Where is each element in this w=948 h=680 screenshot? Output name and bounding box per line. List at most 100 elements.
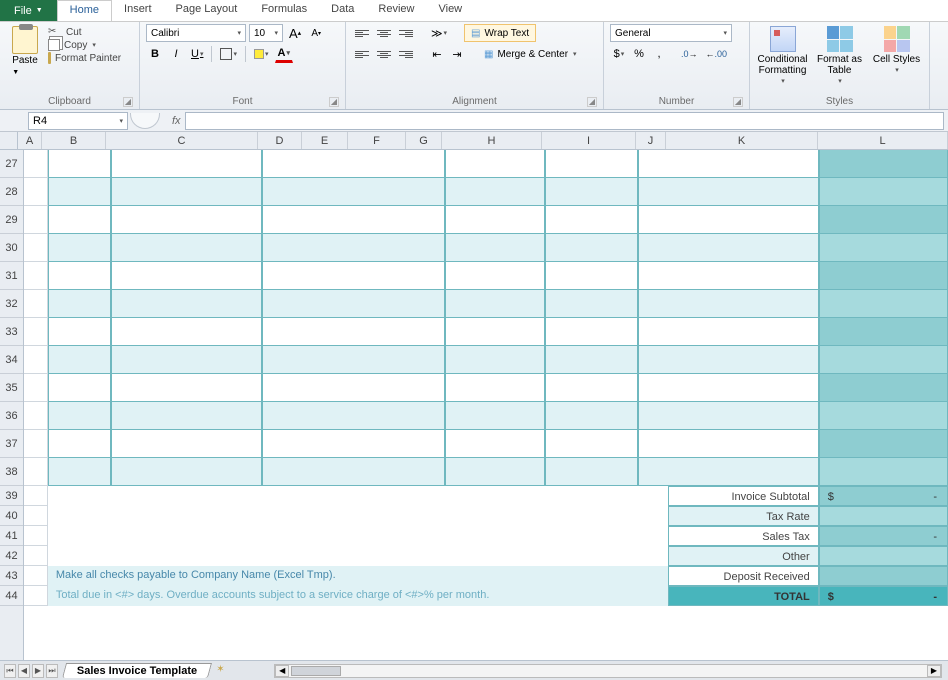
row-header[interactable]: 38 xyxy=(0,458,23,486)
border-button[interactable]: ▾ xyxy=(217,45,240,63)
row-header[interactable]: 42 xyxy=(0,546,23,566)
grow-font-button[interactable]: A▴ xyxy=(286,24,304,42)
underline-button[interactable]: U▾ xyxy=(188,45,206,63)
col-header[interactable]: D xyxy=(258,132,302,149)
subtotal-value[interactable]: $- xyxy=(819,486,948,506)
row-header[interactable]: 28 xyxy=(0,178,23,206)
font-size-select[interactable]: 10▾ xyxy=(249,24,283,42)
namebox-expand[interactable] xyxy=(130,113,160,129)
cell-styles-button[interactable]: Cell Styles▾ xyxy=(870,24,923,76)
scroll-thumb[interactable] xyxy=(291,666,341,676)
align-top-button[interactable] xyxy=(352,24,372,42)
col-header[interactable]: F xyxy=(348,132,406,149)
wrap-text-button[interactable]: ▤Wrap Text xyxy=(464,24,536,42)
dialog-launcher-icon[interactable]: ◢ xyxy=(329,97,339,107)
total-value[interactable]: $- xyxy=(819,586,948,606)
row-header[interactable]: 33 xyxy=(0,318,23,346)
last-sheet-button[interactable]: ⏭ xyxy=(46,664,58,678)
dialog-launcher-icon[interactable]: ◢ xyxy=(123,97,133,107)
fx-icon[interactable]: fx xyxy=(172,115,181,127)
increase-decimal-button[interactable]: .0→ xyxy=(678,45,701,63)
horizontal-scrollbar[interactable]: ◀ ▶ xyxy=(274,664,942,678)
deposit-value[interactable] xyxy=(819,566,948,586)
align-bottom-button[interactable] xyxy=(396,24,416,42)
col-header[interactable]: J xyxy=(636,132,666,149)
row-header[interactable]: 36 xyxy=(0,402,23,430)
row-header[interactable]: 34 xyxy=(0,346,23,374)
row-header[interactable]: 43 xyxy=(0,566,23,586)
merge-center-button[interactable]: ▦Merge & Center▾ xyxy=(480,45,581,63)
cells-area[interactable]: Invoice Subtotal $- Tax Rate Sales Tax -… xyxy=(24,150,948,678)
formula-input[interactable] xyxy=(185,112,944,130)
cell[interactable] xyxy=(111,150,262,178)
file-menu[interactable]: File▼ xyxy=(0,0,57,21)
next-sheet-button[interactable]: ▶ xyxy=(32,664,44,678)
align-left-button[interactable] xyxy=(352,45,372,63)
row-header[interactable]: 30 xyxy=(0,234,23,262)
format-as-table-button[interactable]: Format as Table▾ xyxy=(813,24,866,87)
name-box[interactable]: R4▾ xyxy=(28,112,128,130)
font-family-select[interactable]: Calibri▾ xyxy=(146,24,246,42)
row-header[interactable]: 44 xyxy=(0,586,23,606)
paste-button[interactable]: Paste▼ xyxy=(6,24,44,77)
row-header[interactable]: 41 xyxy=(0,526,23,546)
tab-page-layout[interactable]: Page Layout xyxy=(164,0,250,21)
row-header[interactable]: 32 xyxy=(0,290,23,318)
sheet-tab[interactable]: Sales Invoice Template xyxy=(62,663,212,678)
cell[interactable] xyxy=(262,150,445,178)
dialog-launcher-icon[interactable]: ◢ xyxy=(733,97,743,107)
other-value[interactable] xyxy=(819,546,948,566)
align-middle-button[interactable] xyxy=(374,24,394,42)
percent-button[interactable]: % xyxy=(630,45,648,63)
col-header[interactable]: A xyxy=(18,132,42,149)
scroll-left-button[interactable]: ◀ xyxy=(275,665,289,677)
cell[interactable] xyxy=(445,150,544,178)
row-header[interactable]: 29 xyxy=(0,206,23,234)
sales-tax-value[interactable]: - xyxy=(819,526,948,546)
row-header[interactable]: 27 xyxy=(0,150,23,178)
italic-button[interactable]: I xyxy=(167,45,185,63)
align-right-button[interactable] xyxy=(396,45,416,63)
tab-review[interactable]: Review xyxy=(366,0,426,21)
row-header[interactable]: 37 xyxy=(0,430,23,458)
cell[interactable] xyxy=(545,150,638,178)
font-color-button[interactable]: A▾ xyxy=(275,45,293,63)
tab-insert[interactable]: Insert xyxy=(112,0,164,21)
cell[interactable] xyxy=(48,150,112,178)
bold-button[interactable]: B xyxy=(146,45,164,63)
select-all-corner[interactable] xyxy=(0,132,18,150)
tax-rate-value[interactable] xyxy=(819,506,948,526)
tab-home[interactable]: Home xyxy=(57,0,112,21)
scroll-right-button[interactable]: ▶ xyxy=(927,665,941,677)
col-header[interactable]: K xyxy=(666,132,818,149)
col-header[interactable]: B xyxy=(42,132,106,149)
orientation-button[interactable]: ≫▾ xyxy=(428,24,450,42)
row-header[interactable]: 40 xyxy=(0,506,23,526)
col-header[interactable]: C xyxy=(106,132,258,149)
tab-data[interactable]: Data xyxy=(319,0,366,21)
align-center-button[interactable] xyxy=(374,45,394,63)
tab-formulas[interactable]: Formulas xyxy=(249,0,319,21)
cell[interactable] xyxy=(638,150,819,178)
col-header[interactable]: E xyxy=(302,132,348,149)
comma-button[interactable]: , xyxy=(650,45,668,63)
new-sheet-button[interactable]: ✶ xyxy=(216,664,234,678)
col-header[interactable]: I xyxy=(542,132,636,149)
conditional-formatting-button[interactable]: Conditional Formatting▾ xyxy=(756,24,809,87)
col-header[interactable]: G xyxy=(406,132,442,149)
decrease-indent-button[interactable]: ⇤ xyxy=(428,45,446,63)
row-header[interactable]: 31 xyxy=(0,262,23,290)
tab-view[interactable]: View xyxy=(426,0,474,21)
prev-sheet-button[interactable]: ◀ xyxy=(18,664,30,678)
col-header[interactable]: H xyxy=(442,132,542,149)
shrink-font-button[interactable]: A▾ xyxy=(307,24,325,42)
fill-color-button[interactable]: ▾ xyxy=(251,45,272,63)
row-header[interactable]: 35 xyxy=(0,374,23,402)
first-sheet-button[interactable]: ⏮ xyxy=(4,664,16,678)
number-format-select[interactable]: General▾ xyxy=(610,24,732,42)
row-header[interactable]: 39 xyxy=(0,486,23,506)
cut-button[interactable]: ✂Cut xyxy=(48,26,121,38)
cell[interactable] xyxy=(819,150,948,178)
col-header[interactable]: L xyxy=(818,132,948,149)
format-painter-button[interactable]: Format Painter xyxy=(48,52,121,64)
